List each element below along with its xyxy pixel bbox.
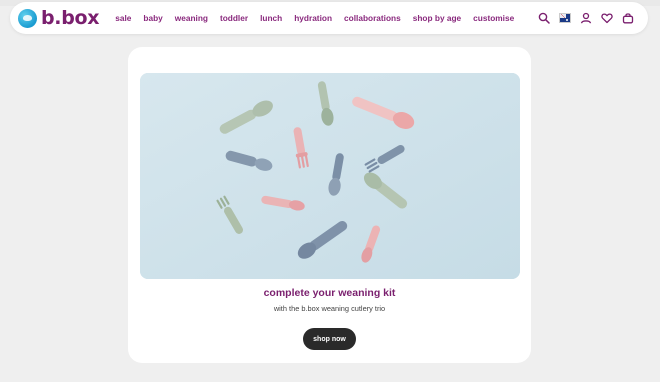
nav-item-toddler[interactable]: toddler bbox=[220, 13, 248, 23]
nav-item-customise[interactable]: customise bbox=[473, 13, 514, 23]
nav-item-collaborations[interactable]: collaborations bbox=[344, 13, 401, 23]
header-icons bbox=[538, 2, 634, 34]
promo-subline: with the b.box weaning cutlery trio bbox=[273, 304, 386, 313]
wishlist-heart-icon[interactable] bbox=[601, 12, 613, 24]
search-icon[interactable] bbox=[538, 12, 550, 24]
promo-card: complete your weaning kit with the b.box… bbox=[128, 47, 531, 363]
logo-icon bbox=[18, 8, 37, 28]
brand-name: b.box bbox=[41, 7, 100, 29]
main-nav: sale baby weaning toddler lunch hydratio… bbox=[115, 13, 514, 23]
account-icon[interactable] bbox=[580, 12, 592, 24]
cart-bag-icon[interactable] bbox=[622, 12, 634, 24]
site-header: b.box sale baby weaning toddler lunch hy… bbox=[10, 2, 648, 34]
nav-item-weaning[interactable]: weaning bbox=[175, 13, 208, 23]
nav-item-shop-by-age[interactable]: shop by age bbox=[413, 13, 461, 23]
nav-item-lunch[interactable]: lunch bbox=[260, 13, 282, 23]
brand-logo[interactable]: b.box bbox=[18, 7, 100, 29]
promo-headline: complete your weaning kit bbox=[263, 287, 396, 299]
nav-item-sale[interactable]: sale bbox=[115, 13, 131, 23]
australia-flag-icon[interactable] bbox=[559, 12, 571, 24]
nav-item-baby[interactable]: baby bbox=[143, 13, 162, 23]
nav-item-hydration[interactable]: hydration bbox=[294, 13, 332, 23]
shop-now-button[interactable]: shop now bbox=[303, 328, 356, 350]
weaning-cutlery-image[interactable] bbox=[140, 73, 520, 279]
